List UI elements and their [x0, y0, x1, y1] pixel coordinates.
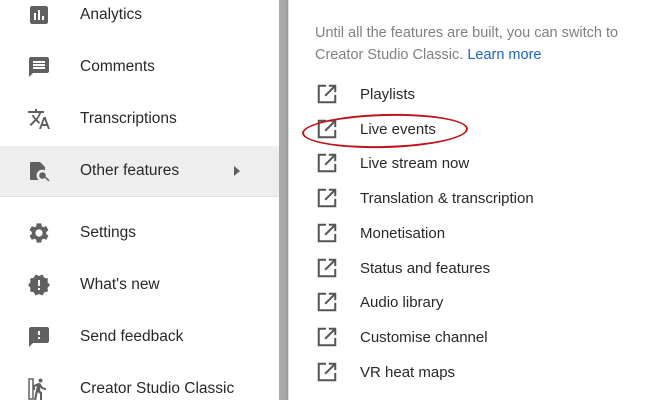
menu-item-label: Audio library	[360, 293, 444, 311]
sidebar-item-other-features[interactable]: Other features	[0, 146, 279, 196]
menu-item-label: Playlists	[360, 85, 416, 103]
menu-item-customise-channel[interactable]: Customise channel	[310, 320, 640, 354]
open-in-new-icon	[316, 83, 338, 105]
sidebar-item-transcriptions[interactable]: Transcriptions	[0, 94, 279, 144]
whats-new-icon	[26, 272, 52, 298]
menu-item-label: Status and features	[360, 259, 491, 277]
menu-item-translation-transcription[interactable]: Translation & transcription	[310, 181, 640, 215]
exit-icon	[26, 376, 52, 400]
menu-item-live-events[interactable]: Live events	[310, 112, 640, 146]
sidebar-item-comments[interactable]: Comments	[0, 42, 279, 92]
sidebar-item-label: What's new	[80, 276, 160, 293]
open-in-new-icon	[316, 187, 338, 209]
menu-item-live-stream-now[interactable]: Live stream now	[310, 146, 640, 180]
sidebar-item-analytics[interactable]: Analytics	[0, 0, 279, 40]
other-features-icon	[26, 158, 52, 184]
sidebar-scrollbar[interactable]	[279, 0, 288, 400]
menu-item-label: VR heat maps	[360, 363, 456, 381]
feedback-icon	[26, 324, 52, 350]
sidebar-item-creator-studio-classic[interactable]: Creator Studio Classic	[0, 364, 279, 400]
open-in-new-icon	[316, 222, 338, 244]
sidebar-item-label: Creator Studio Classic	[80, 380, 235, 397]
analytics-icon	[26, 2, 52, 28]
gear-icon	[26, 220, 52, 246]
open-in-new-icon	[316, 152, 338, 174]
open-in-new-icon	[316, 118, 338, 140]
open-in-new-icon	[316, 257, 338, 279]
menu-item-vr-heat-maps[interactable]: VR heat maps	[310, 355, 640, 389]
menu-item-monetisation[interactable]: Monetisation	[310, 216, 640, 250]
sidebar-item-label: Settings	[80, 224, 137, 241]
sidebar-item-label: Analytics	[80, 6, 143, 23]
comments-icon	[26, 54, 52, 80]
translate-icon	[26, 106, 52, 132]
sidebar-item-settings[interactable]: Settings	[0, 208, 279, 258]
sidebar-item-label: Other features	[80, 162, 180, 179]
menu-item-status-and-features[interactable]: Status and features	[310, 251, 640, 285]
sidebar-item-send-feedback[interactable]: Send feedback	[0, 312, 279, 362]
open-in-new-icon	[316, 361, 338, 383]
learn-more-link[interactable]: Learn more	[467, 47, 541, 63]
menu-item-label: Customise channel	[360, 328, 488, 346]
popup-intro: Until all the features are built, you ca…	[315, 22, 645, 66]
sidebar-nav: Analytics Comments Transcriptions Other …	[0, 0, 279, 400]
menu-item-audio-library[interactable]: Audio library	[310, 285, 640, 319]
creator-studio-screen: Analytics Comments Transcriptions Other …	[0, 0, 650, 400]
open-in-new-icon	[316, 291, 338, 313]
menu-item-label: Translation & transcription	[360, 189, 534, 207]
sidebar-item-label: Transcriptions	[80, 110, 177, 127]
menu-item-playlists[interactable]: Playlists	[310, 77, 640, 111]
menu-item-label: Monetisation	[360, 224, 446, 242]
sidebar-item-label: Send feedback	[80, 328, 184, 345]
menu-item-label: Live events	[360, 120, 436, 138]
open-in-new-icon	[316, 326, 338, 348]
menu-item-label: Live stream now	[360, 154, 470, 172]
sidebar-divider	[0, 196, 279, 197]
sidebar-item-whats-new[interactable]: What's new	[0, 260, 279, 310]
chevron-right-icon	[234, 166, 240, 176]
sidebar-item-label: Comments	[80, 58, 155, 75]
